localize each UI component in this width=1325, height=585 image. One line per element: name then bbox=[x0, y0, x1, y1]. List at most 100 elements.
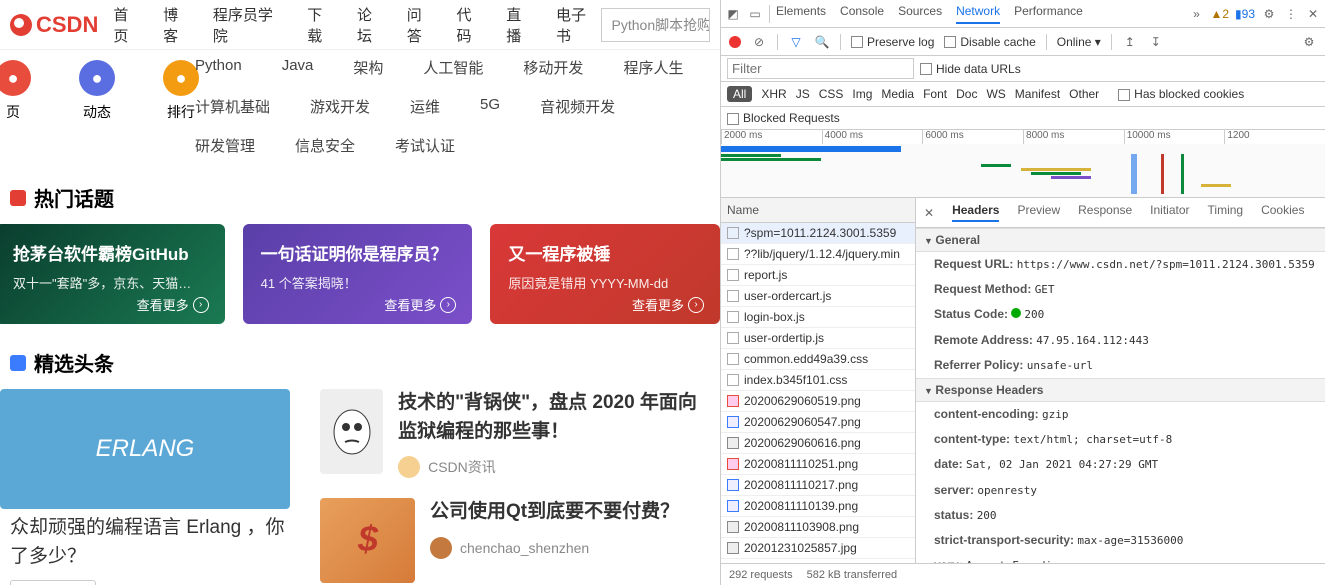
filter-type-all[interactable]: All bbox=[727, 86, 752, 102]
request-row[interactable]: 20200811110251.png bbox=[721, 454, 915, 475]
warn-badge[interactable]: ▲2 bbox=[1210, 7, 1229, 21]
devtools-tab-network[interactable]: Network bbox=[956, 4, 1000, 24]
nav-item[interactable]: 问答 bbox=[407, 4, 437, 46]
search-input[interactable]: Python脚本抢购 bbox=[601, 8, 710, 42]
topic-card[interactable]: 一句话证明你是程序员？41 个答案揭晓！查看更多› bbox=[243, 224, 473, 324]
category-link[interactable]: 考试认证 bbox=[395, 135, 455, 156]
detail-tab-cookies[interactable]: Cookies bbox=[1261, 203, 1304, 222]
feed-thumb-qt[interactable]: $ bbox=[320, 498, 415, 583]
request-row[interactable]: ??lib/jquery/1.12.4/jquery.min bbox=[721, 244, 915, 265]
gear-icon[interactable]: ⚙ bbox=[1261, 6, 1277, 22]
name-column-header[interactable]: Name bbox=[721, 198, 915, 223]
category-link[interactable]: 音视频开发 bbox=[540, 96, 615, 117]
detail-tab-response[interactable]: Response bbox=[1078, 203, 1132, 222]
request-row[interactable]: user-ordercart.js bbox=[721, 286, 915, 307]
feed1-title[interactable]: 技术的"背锅侠"，盘点 2020 年面向监狱编程的那些事！ bbox=[398, 389, 710, 446]
clear-icon[interactable]: ⊘ bbox=[751, 34, 767, 50]
msg-badge[interactable]: ▮93 bbox=[1235, 7, 1255, 21]
topic-card[interactable]: 抢茅台软件霸榜GitHub双十一"套路"多，京东、天猫…查看更多› bbox=[0, 224, 225, 324]
headline-erlang[interactable]: 众却顽强的编程语言 Erlang ，你了多少？ bbox=[0, 509, 295, 576]
filter-type-img[interactable]: Img bbox=[852, 87, 872, 101]
request-row[interactable]: common.edd49a39.css bbox=[721, 349, 915, 370]
close-icon[interactable]: ✕ bbox=[1305, 6, 1321, 22]
topic-card[interactable]: 又一程序被锤原因竟是错用 YYYY-MM-dd查看更多› bbox=[490, 224, 720, 324]
detail-tab-initiator[interactable]: Initiator bbox=[1150, 203, 1189, 222]
request-row[interactable]: report.js bbox=[721, 265, 915, 286]
feed-thumb-erlang[interactable]: ERLANG bbox=[0, 389, 290, 509]
devtools-tab-performance[interactable]: Performance bbox=[1014, 4, 1083, 24]
online-select[interactable]: Online ▾ bbox=[1057, 35, 1101, 49]
nav-item[interactable]: 下载 bbox=[307, 4, 337, 46]
request-row[interactable]: user-ordertip.js bbox=[721, 328, 915, 349]
filter-type-css[interactable]: CSS bbox=[819, 87, 844, 101]
request-row[interactable]: ?spm=1011.2124.3001.5359 bbox=[721, 223, 915, 244]
close-detail-icon[interactable]: ✕ bbox=[924, 206, 934, 220]
category-link[interactable]: 程序人生 bbox=[623, 57, 683, 78]
channel-icon[interactable]: ●页 bbox=[0, 60, 31, 122]
category-link[interactable]: Python bbox=[195, 57, 242, 78]
category-link[interactable]: 运维 bbox=[410, 96, 440, 117]
category-link[interactable]: 架构 bbox=[353, 57, 383, 78]
request-row[interactable]: 20200811110217.png bbox=[721, 475, 915, 496]
feed-thumb-mask[interactable] bbox=[320, 389, 383, 474]
category-link[interactable]: 游戏开发 bbox=[310, 96, 370, 117]
channel-icon[interactable]: ●动态 bbox=[79, 60, 115, 122]
nav-item[interactable]: 直播 bbox=[506, 4, 536, 46]
tag-lang-compare[interactable]: 程语言大比拼 bbox=[10, 580, 96, 585]
request-row[interactable]: index.b345f101.css bbox=[721, 370, 915, 391]
blocked-requests-checkbox[interactable]: Blocked Requests bbox=[727, 111, 840, 125]
settings-gear-icon[interactable]: ⚙ bbox=[1301, 34, 1317, 50]
category-link[interactable]: 移动开发 bbox=[523, 57, 583, 78]
download-icon[interactable]: ↧ bbox=[1148, 34, 1164, 50]
category-link[interactable]: 研发管理 bbox=[195, 135, 255, 156]
nav-item[interactable]: 电子书 bbox=[556, 4, 601, 46]
inspect-icon[interactable]: ◩ bbox=[725, 6, 741, 22]
csdn-logo[interactable]: CSDN bbox=[10, 12, 98, 38]
filter-type-js[interactable]: JS bbox=[796, 87, 810, 101]
filter-type-font[interactable]: Font bbox=[923, 87, 947, 101]
request-row[interactable]: 20200629060547.png bbox=[721, 412, 915, 433]
network-timeline[interactable]: 2000 ms4000 ms6000 ms8000 ms10000 ms1200 bbox=[721, 130, 1325, 198]
filter-type-doc[interactable]: Doc bbox=[956, 87, 977, 101]
request-row[interactable]: 20200629060616.png bbox=[721, 433, 915, 454]
has-blocked-checkbox[interactable]: Has blocked cookies bbox=[1118, 87, 1244, 101]
nav-item[interactable]: 博客 bbox=[163, 4, 193, 46]
record-icon[interactable] bbox=[729, 36, 741, 48]
devtools-tab-sources[interactable]: Sources bbox=[898, 4, 942, 24]
filter-type-xhr[interactable]: XHR bbox=[761, 87, 786, 101]
category-link[interactable]: 人工智能 bbox=[423, 57, 483, 78]
devtools-tab-console[interactable]: Console bbox=[840, 4, 884, 24]
filter-type-manifest[interactable]: Manifest bbox=[1015, 87, 1060, 101]
kebab-icon[interactable]: ⋮ bbox=[1283, 6, 1299, 22]
request-row[interactable]: 20201231025857.jpg bbox=[721, 538, 915, 559]
detail-tab-preview[interactable]: Preview bbox=[1017, 203, 1060, 222]
channel-icon[interactable]: ●排行 bbox=[163, 60, 199, 122]
filter-type-other[interactable]: Other bbox=[1069, 87, 1099, 101]
detail-tab-headers[interactable]: Headers bbox=[952, 203, 999, 222]
hide-data-urls-checkbox[interactable]: Hide data URLs bbox=[920, 62, 1021, 76]
category-link[interactable]: 计算机基础 bbox=[195, 96, 270, 117]
filter-type-ws[interactable]: WS bbox=[986, 87, 1005, 101]
nav-item[interactable]: 首页 bbox=[113, 4, 143, 46]
nav-item[interactable]: 论坛 bbox=[357, 4, 387, 46]
nav-item[interactable]: 代码 bbox=[456, 4, 486, 46]
category-link[interactable]: 信息安全 bbox=[295, 135, 355, 156]
request-row[interactable]: 20200629060519.png bbox=[721, 391, 915, 412]
nav-item[interactable]: 程序员学院 bbox=[213, 4, 287, 46]
search-icon[interactable]: 🔍 bbox=[814, 34, 830, 50]
filter-type-media[interactable]: Media bbox=[881, 87, 914, 101]
category-link[interactable]: 5G bbox=[480, 96, 500, 117]
preserve-log-checkbox[interactable]: Preserve log bbox=[851, 35, 934, 49]
device-icon[interactable]: ▭ bbox=[747, 6, 763, 22]
feed2-title[interactable]: 公司使用Qt到底要不要付费？ bbox=[430, 498, 679, 527]
upload-icon[interactable]: ↥ bbox=[1122, 34, 1138, 50]
filter-toggle-icon[interactable]: ▽ bbox=[788, 34, 804, 50]
disable-cache-checkbox[interactable]: Disable cache bbox=[944, 35, 1035, 49]
devtools-tab-elements[interactable]: Elements bbox=[776, 4, 826, 24]
more-tabs-icon[interactable]: » bbox=[1188, 6, 1204, 22]
request-row[interactable]: 20200811103908.png bbox=[721, 517, 915, 538]
general-section-header[interactable]: General bbox=[916, 228, 1325, 252]
filter-input[interactable] bbox=[727, 58, 914, 79]
category-link[interactable]: Java bbox=[282, 57, 314, 78]
request-row[interactable]: login-box.js bbox=[721, 307, 915, 328]
